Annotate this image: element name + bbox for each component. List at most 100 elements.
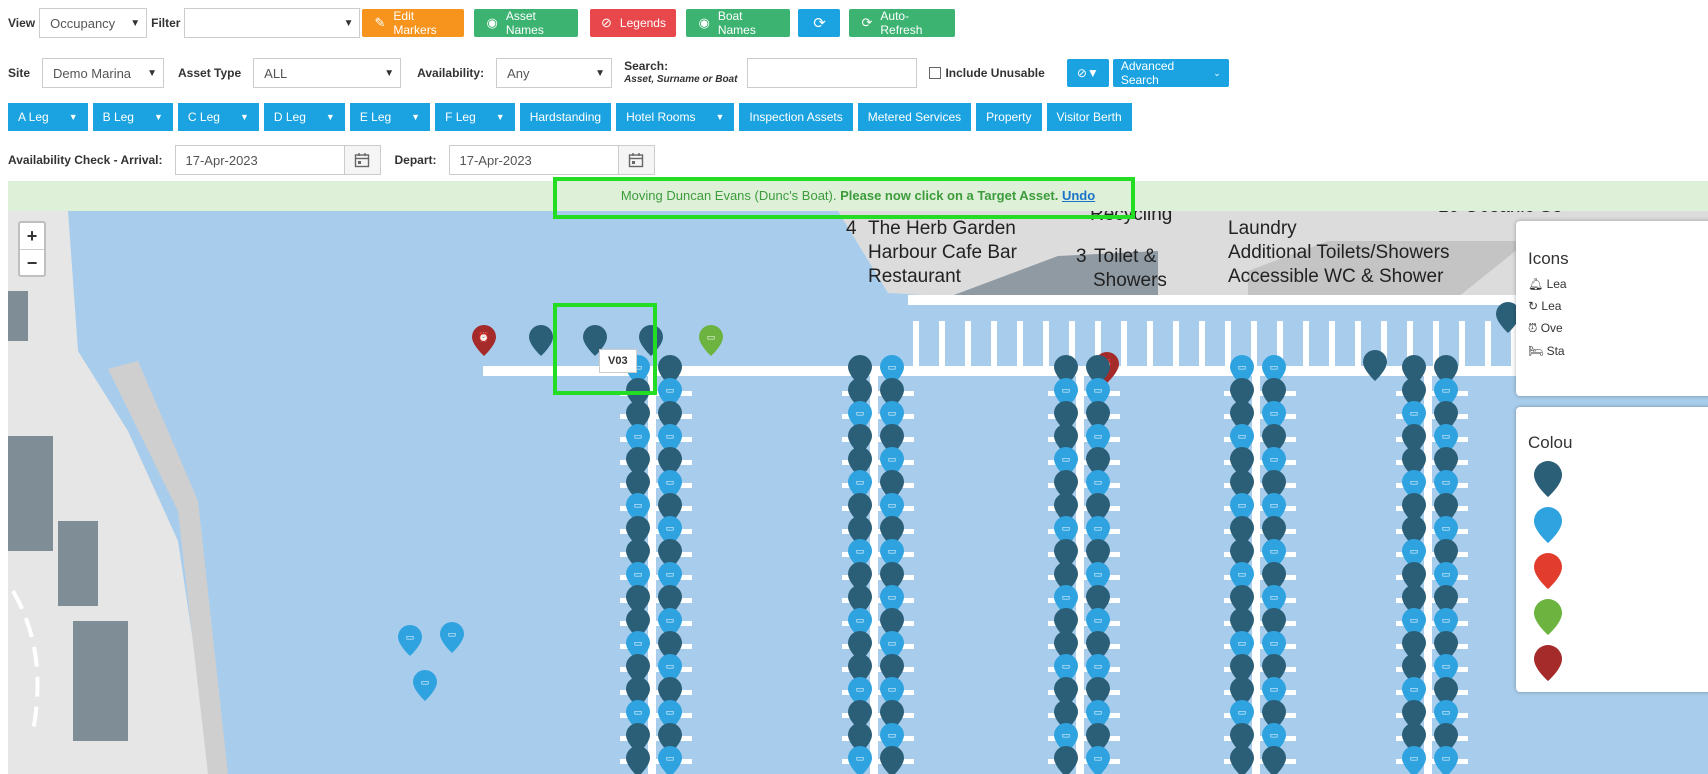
leg-button-hardstanding[interactable]: Hardstanding: [519, 103, 612, 131]
berth-marker[interactable]: [1054, 746, 1078, 774]
leg-button-label: D Leg: [273, 110, 306, 124]
bed-icon: ▭: [634, 707, 643, 717]
site-select-value: Demo Marina: [53, 65, 132, 81]
marina-map[interactable]: ⏰▭⏰▭▭▭▭▭▭▭▭▭▭▭▭▭▭▭▭▭▭▭▭▭▭▭▭▭▭▭▭▭▭▭▭▭▭▭▭▭…: [8, 211, 1708, 774]
bed-icon: ▭: [1442, 385, 1451, 395]
bed-icon: ▭: [1442, 431, 1451, 441]
caret-down-icon: ▼: [68, 112, 78, 122]
calendar-icon[interactable]: [344, 145, 381, 175]
bed-icon: ▭: [1238, 707, 1247, 717]
leg-button-c-leg[interactable]: C Leg ▼: [177, 103, 259, 131]
leg-button-d-leg[interactable]: D Leg ▼: [263, 103, 345, 131]
oceanic-label: 10 Oceanic So: [1438, 211, 1563, 220]
finger-pontoon: [1485, 321, 1491, 367]
calendar-icon[interactable]: [618, 145, 655, 175]
berth-marker[interactable]: ▭: [398, 625, 422, 656]
berth-marker[interactable]: [1230, 746, 1254, 774]
berth-marker[interactable]: ▭: [1402, 746, 1426, 774]
bed-icon: ▭: [666, 431, 675, 441]
bed-icon: ▭: [1410, 753, 1419, 763]
site-select[interactable]: Demo Marina ▼: [42, 58, 165, 88]
edit-markers-button[interactable]: ✎ Edit Markers: [362, 9, 465, 37]
leg-button-inspection-assets[interactable]: Inspection Assets: [739, 103, 853, 131]
view-label: View: [8, 16, 36, 30]
legs-row: A Leg ▼ B Leg ▼ C Leg ▼ D Leg ▼ E Leg ▼ F Leg ▼ Hard…: [8, 103, 1137, 131]
leg-button-property[interactable]: Property: [976, 103, 1042, 131]
finger-pontoon: [1043, 321, 1049, 367]
search-input[interactable]: [747, 58, 918, 88]
berth-marker[interactable]: [1363, 350, 1387, 381]
leg-button-metered-services[interactable]: Metered Services: [857, 103, 972, 131]
zoom-out-button[interactable]: −: [20, 249, 44, 275]
asset-type-select[interactable]: ALL ▼: [253, 58, 402, 88]
leg-button-e-leg[interactable]: E Leg ▼: [349, 103, 431, 131]
view-select[interactable]: Occupancy ▼: [39, 8, 148, 38]
site-label: Site: [8, 66, 31, 80]
berth-marker[interactable]: ▭: [440, 622, 464, 653]
zoom-in-button[interactable]: +: [20, 223, 44, 249]
caret-down-icon: ▼: [239, 112, 249, 122]
bed-icon: ▭: [1270, 546, 1279, 556]
toilet-label: Toilet &: [1094, 246, 1157, 267]
leg-button-b-leg[interactable]: B Leg ▼: [92, 103, 173, 131]
map-canvas[interactable]: ⏰▭⏰▭▭▭▭▭▭▭▭▭▭▭▭▭▭▭▭▭▭▭▭▭▭▭▭▭▭▭▭▭▭▭▭▭▭▭▭▭…: [8, 211, 1708, 774]
depart-date-input[interactable]: 17-Apr-2023: [448, 145, 619, 175]
chevron-down-icon: ▼: [343, 17, 354, 29]
berth-marker[interactable]: ▭: [413, 670, 437, 701]
bed-icon: ▭: [888, 546, 897, 556]
arrival-date-input[interactable]: 17-Apr-2023: [174, 145, 345, 175]
berth-marker[interactable]: ▭: [1434, 746, 1458, 774]
berth-marker[interactable]: [529, 325, 553, 356]
building: [8, 436, 53, 551]
filter-select[interactable]: ▼: [184, 8, 361, 38]
bed-icon: ▭: [634, 431, 643, 441]
bed-icon: ▭: [1094, 431, 1103, 441]
caret-down-icon: ▼: [495, 112, 505, 122]
berth-marker[interactable]: [626, 746, 650, 774]
clear-filter-button[interactable]: ⊘▼: [1066, 59, 1109, 87]
auto-refresh-button[interactable]: ⟳ Auto-Refresh: [849, 9, 956, 37]
finger-pontoon: [939, 321, 945, 367]
showers-label: Showers: [1093, 270, 1167, 291]
bed-icon: 🛏︎: [1528, 344, 1544, 358]
leg-button-visitor-berth[interactable]: Visitor Berth: [1046, 103, 1132, 131]
bed-icon: ▭: [1270, 454, 1279, 464]
boat-names-button[interactable]: ◉ Boat Names: [686, 9, 791, 37]
berth-marker[interactable]: ▭: [848, 746, 872, 774]
leg-button-a-leg[interactable]: A Leg ▼: [8, 103, 88, 131]
berth-marker[interactable]: ⏰: [472, 325, 496, 356]
bed-icon: ▭: [666, 615, 675, 625]
legends-button[interactable]: ⊘ Legends: [590, 9, 677, 37]
asset-names-button[interactable]: ◉ Asset Names: [474, 9, 579, 37]
berth-marker[interactable]: ▭: [1086, 746, 1110, 774]
leg-button-f-leg[interactable]: F Leg ▼: [435, 103, 515, 131]
eye-icon: ◉: [486, 15, 498, 30]
availability-select[interactable]: Any ▼: [496, 58, 613, 88]
bed-icon: ▭: [1442, 569, 1451, 579]
finger-pontoon: [1329, 321, 1335, 367]
berth-marker[interactable]: [1262, 746, 1286, 774]
boat-names-label: Boat Names: [717, 9, 756, 37]
refresh-button[interactable]: ⟳: [798, 9, 841, 37]
berth-marker[interactable]: ▭: [699, 325, 723, 356]
caret-down-icon: ▼: [325, 112, 335, 122]
include-unusable[interactable]: Include Unusable: [929, 66, 1045, 80]
bed-icon: ▭: [1094, 615, 1103, 625]
leg-button-hotel-rooms[interactable]: Hotel Rooms ▼: [616, 103, 735, 131]
bed-icon: ▭: [856, 408, 865, 418]
bed-icon: ▭: [707, 332, 716, 342]
bed-icon: ▭: [1094, 523, 1103, 533]
building: [8, 291, 28, 341]
berth-marker[interactable]: [880, 746, 904, 774]
legend-row: 🔔︎ Lea: [1528, 277, 1708, 291]
advanced-search-button[interactable]: Advanced Search ⌄: [1112, 59, 1229, 87]
bed-icon: ▭: [634, 500, 643, 510]
finger-pontoon: [1017, 321, 1023, 367]
bed-icon: ▭: [1270, 408, 1279, 418]
finger-pontoon: [1147, 321, 1153, 367]
legend-row: ↻ Lea: [1528, 299, 1708, 313]
refresh-icon: ⟳: [861, 15, 873, 30]
include-unusable-checkbox[interactable]: [929, 67, 942, 79]
edit-icon: ✎: [374, 15, 386, 30]
berth-marker[interactable]: ▭: [658, 746, 682, 774]
